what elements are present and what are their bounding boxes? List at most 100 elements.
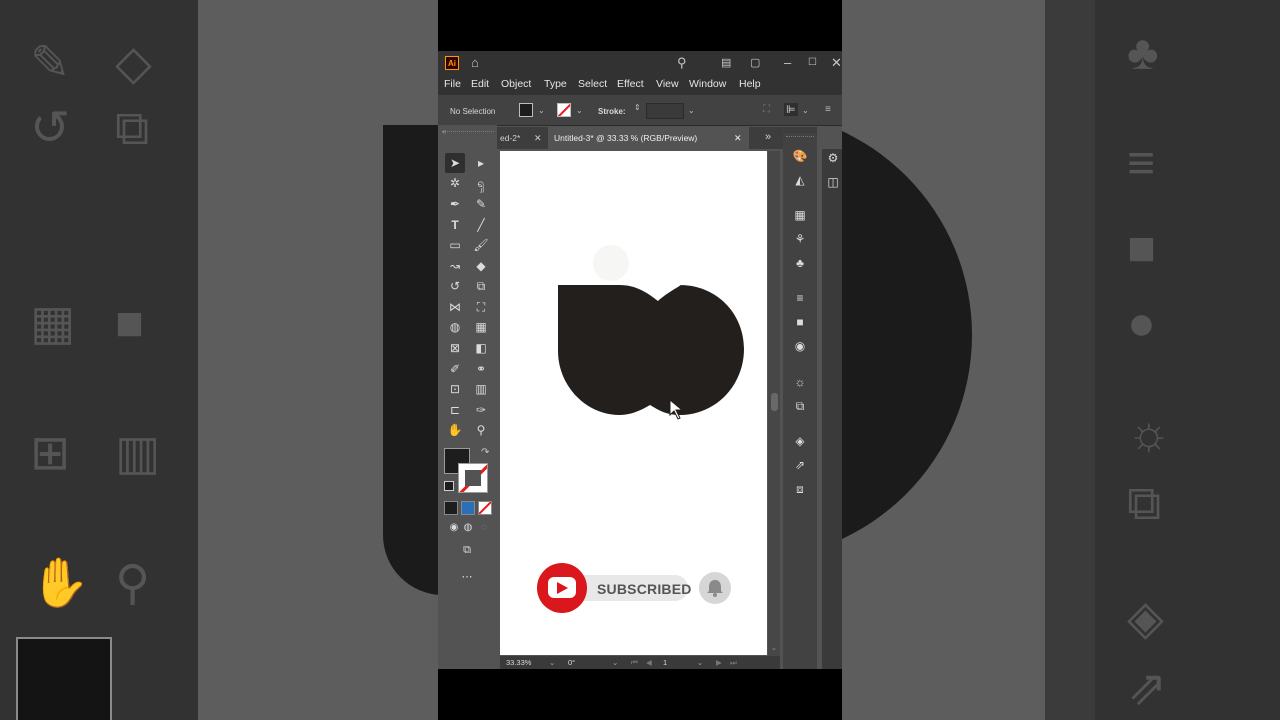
close-icon[interactable]: ✕ [831,55,842,71]
rotation-dropdown-icon[interactable]: ⌄ [612,658,618,667]
dock-grip[interactable] [786,136,814,139]
bell-icon[interactable] [699,572,731,604]
direct-selection-tool-icon[interactable]: ▸ [471,153,491,173]
color-mode-icon[interactable] [444,501,458,515]
graphic-styles-icon[interactable]: ⧉ [791,397,809,415]
default-colors-icon[interactable] [444,481,454,491]
fill-color-swatch[interactable] [519,103,533,117]
curvature-tool-icon[interactable]: ✎ [471,194,491,214]
symbol-sprayer-icon[interactable]: ⊡ [445,379,465,399]
swatches-panel-icon[interactable]: ▦ [791,206,809,224]
last-artboard-icon[interactable]: ⏭ [730,658,737,668]
lasso-icon[interactable]: ၡ [471,173,491,193]
tab-prev-document[interactable]: ed-2* ✕ [497,127,551,149]
first-artboard-icon[interactable]: ⏮ [631,658,638,668]
scale-tool-icon[interactable]: ⧉ [471,276,491,296]
search-icon[interactable]: ⚲ [677,55,687,71]
rotate-tool-icon[interactable]: ↺ [445,276,465,296]
libraries-panel-icon[interactable]: ◫ [824,173,842,191]
expand-panels-icon[interactable]: » [765,131,771,143]
vertical-scrollbar[interactable] [768,151,780,656]
menu-file[interactable]: File [444,78,461,90]
type-tool-icon[interactable]: T [445,215,465,235]
tab-current-document[interactable]: Untitled-3* @ 33.33 % (RGB/Preview) ✕ [548,127,749,149]
control-menu-icon[interactable]: ≡ [825,104,831,115]
menu-help[interactable]: Help [739,78,761,90]
home-icon[interactable]: ⌂ [471,55,479,71]
menu-type[interactable]: Type [544,78,567,90]
line-tool-icon[interactable]: ╱ [471,215,491,235]
eraser-icon[interactable]: ◆ [471,256,491,276]
align-icon[interactable]: ⊫ [784,103,798,116]
gradient-tool-icon[interactable]: ◧ [471,338,491,358]
eyedropper-icon[interactable]: ✐ [445,359,465,379]
menu-window[interactable]: Window [689,78,726,90]
rotation-value[interactable]: 0° [568,658,575,667]
collapse-icon[interactable]: « [442,127,446,136]
menu-select[interactable]: Select [578,78,607,90]
rectangle-tool-icon[interactable]: ▭ [445,235,465,255]
next-artboard-icon[interactable]: ▶ [716,658,722,667]
symbols-panel-icon[interactable]: ♣ [791,254,809,272]
none-mode-icon[interactable] [478,501,492,515]
shape-builder-icon[interactable]: ◍ [445,317,465,337]
zoom-level[interactable]: 33.33% [506,658,531,667]
minimize-icon[interactable]: – [784,55,791,71]
zoom-dropdown-icon[interactable]: ⌄ [549,658,555,667]
hand-tool-icon[interactable]: ✋ [445,420,465,440]
shaper-tool-icon[interactable]: ↝ [445,256,465,276]
appearance-panel-icon[interactable]: ☼ [791,373,809,391]
stroke-weight-field[interactable] [646,103,684,119]
asset-export-icon[interactable]: ⇗ [791,456,809,474]
mesh-tool-icon[interactable]: ⊠ [445,338,465,358]
artboard-dropdown-icon[interactable]: ⌄ [697,658,703,667]
fill-dropdown-icon[interactable]: ⌄ [538,106,545,115]
selection-tool-icon[interactable]: ➤ [445,153,465,173]
blend-tool-icon[interactable]: ⚭ [471,359,491,379]
youtube-icon[interactable] [537,563,587,613]
align-dropdown-icon[interactable]: ⌄ [802,106,809,115]
stroke-panel-icon[interactable]: ≡ [791,289,809,307]
transparency-panel-icon[interactable]: ◉ [791,337,809,355]
prev-artboard-icon[interactable]: ◀ [646,658,652,667]
scrollbar-thumb[interactable] [771,393,778,411]
stroke-color-swatch[interactable] [557,103,571,117]
artboard-tool-icon[interactable]: ⊏ [445,400,465,420]
stroke-dropdown-icon[interactable]: ⌄ [576,106,583,115]
menu-object[interactable]: Object [501,78,531,90]
tools-grip[interactable] [442,131,494,135]
paintbrush-icon[interactable]: 🖌 [471,235,491,255]
menu-effect[interactable]: Effect [617,78,644,90]
gradient-panel-icon[interactable]: ■ [791,313,809,331]
tab-close-icon[interactable]: ✕ [534,127,542,149]
draw-inside-icon[interactable]: ◌ [474,518,494,538]
menu-edit[interactable]: Edit [471,78,489,90]
brushes-panel-icon[interactable]: ⚘ [791,230,809,248]
pen-tool-icon[interactable]: ✒ [445,194,465,214]
free-transform-icon[interactable]: ⛶ [471,297,491,317]
column-graph-icon[interactable]: ▥ [471,379,491,399]
screen-mode-icon[interactable]: ⧉ [457,540,477,560]
stroke-swatch[interactable] [458,463,488,493]
swap-colors-icon[interactable]: ↷ [481,447,489,458]
menu-view[interactable]: View [656,78,679,90]
edit-toolbar-icon[interactable]: ⋯ [457,567,477,587]
artboards-panel-icon[interactable]: ⧈ [791,480,809,498]
slice-tool-icon[interactable]: ✑ [471,400,491,420]
scroll-down-icon[interactable]: ⌄ [771,644,777,652]
tab-close-icon[interactable]: ✕ [734,127,742,149]
arrange-icon[interactable]: ▢ [750,55,760,71]
stroke-stepper-icon[interactable]: ⇕ [634,103,641,112]
layers-panel-icon[interactable]: ◈ [791,432,809,450]
merged-shape[interactable] [558,285,744,415]
width-tool-icon[interactable]: ⋈ [445,297,465,317]
workspace-icon[interactable]: ▤ [721,55,731,71]
perspective-grid-icon[interactable]: ▦ [471,317,491,337]
color-guide-icon[interactable]: ◭ [791,171,809,189]
artboard-number[interactable]: 1 [663,658,667,667]
properties-panel-icon[interactable]: ⚙ [824,149,842,167]
gradient-mode-icon[interactable] [461,501,475,515]
magic-wand-icon[interactable]: ✲ [445,173,465,193]
color-panel-icon[interactable]: 🎨 [791,147,809,165]
maximize-icon[interactable]: ☐ [808,55,817,71]
